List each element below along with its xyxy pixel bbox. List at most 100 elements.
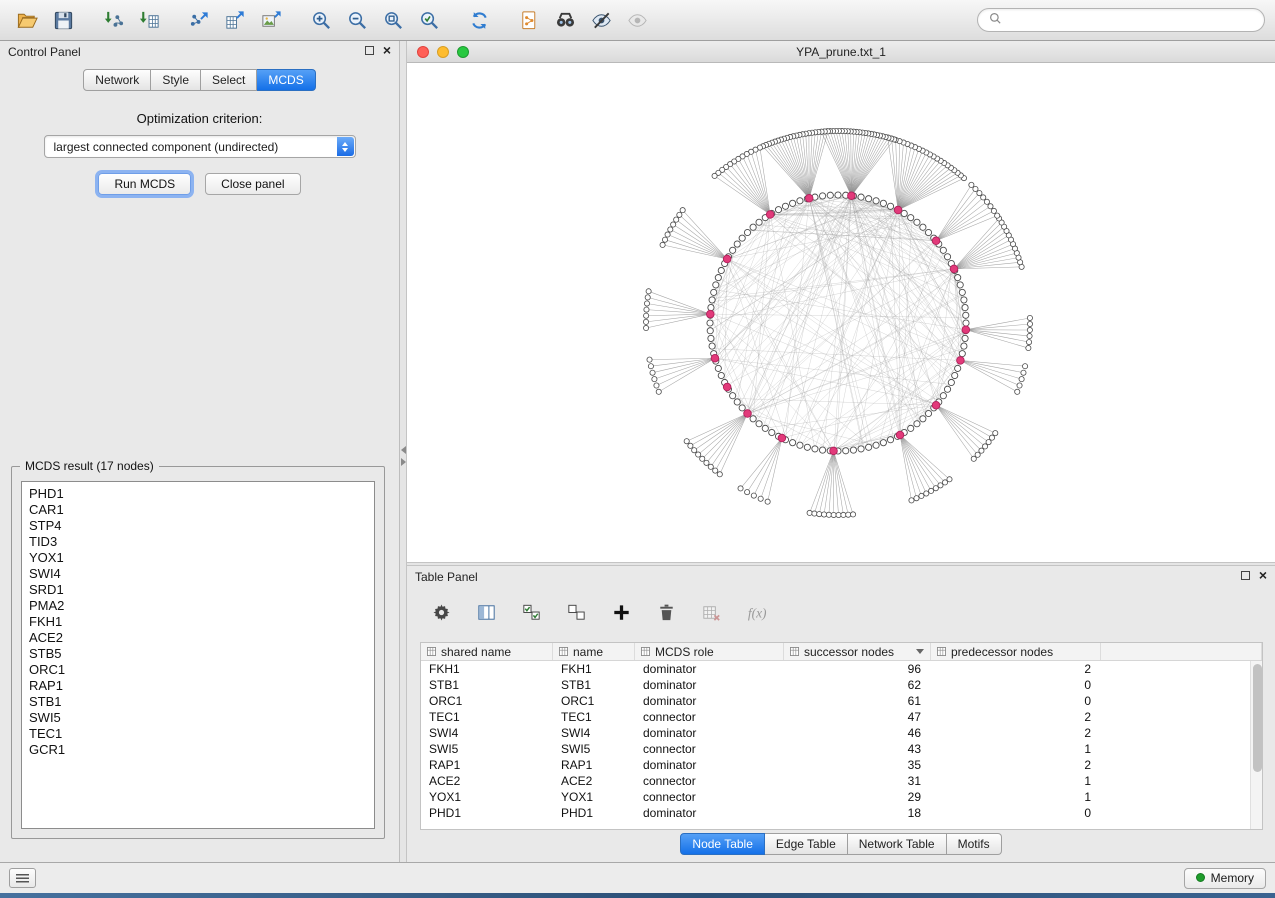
tab-motifs[interactable]: Motifs: [947, 833, 1002, 855]
table-row[interactable]: TEC1TEC1connector472: [421, 709, 1262, 725]
tab-network[interactable]: Network: [83, 69, 151, 91]
table-row[interactable]: SWI5SWI5connector431: [421, 741, 1262, 757]
zoom-fit-icon[interactable]: [376, 5, 410, 35]
scrollbar-thumb[interactable]: [1253, 664, 1262, 772]
search-box[interactable]: [977, 8, 1265, 32]
select-all-rows-icon[interactable]: [519, 600, 543, 624]
optimization-criterion-select[interactable]: largest connected component (undirected): [44, 135, 356, 158]
mcds-result-item[interactable]: ORC1: [29, 662, 374, 678]
maximize-window-icon[interactable]: [457, 46, 469, 58]
search-input[interactable]: [1009, 13, 1254, 27]
function-builder-icon[interactable]: f(x): [744, 600, 768, 624]
mcds-result-item[interactable]: SWI5: [29, 710, 374, 726]
close-window-icon[interactable]: [417, 46, 429, 58]
show-all-icon[interactable]: [620, 5, 654, 35]
add-column-icon[interactable]: [609, 600, 633, 624]
mcds-result-list[interactable]: PHD1CAR1STP4TID3YOX1SWI4SRD1PMA2FKH1ACE2…: [21, 481, 375, 829]
open-file-icon[interactable]: [10, 5, 44, 35]
mcds-result-item[interactable]: CAR1: [29, 502, 374, 518]
network-graph[interactable]: [407, 63, 1275, 562]
mcds-result-item[interactable]: STB5: [29, 646, 374, 662]
table-cell: STB1: [421, 677, 553, 693]
splitter-collapse-handle[interactable]: [400, 446, 407, 468]
first-neighbors-icon[interactable]: [548, 5, 582, 35]
show-panels-menu-button[interactable]: [9, 868, 36, 888]
table-cell: STB1: [553, 677, 635, 693]
table-cell: [1101, 789, 1262, 805]
network-canvas[interactable]: [407, 63, 1275, 562]
table-row[interactable]: PHD1PHD1dominator180: [421, 805, 1262, 821]
tab-select[interactable]: Select: [201, 69, 257, 91]
table-cell: 2: [931, 757, 1101, 773]
table-cell: RAP1: [553, 757, 635, 773]
import-network-icon[interactable]: [96, 5, 130, 35]
mcds-result-item[interactable]: TEC1: [29, 726, 374, 742]
table-cell: dominator: [635, 757, 784, 773]
close-panel-icon[interactable]: ×: [383, 45, 391, 55]
table-cell: YOX1: [421, 789, 553, 805]
close-panel-button[interactable]: Close panel: [205, 173, 300, 195]
deselect-all-rows-icon[interactable]: [564, 600, 588, 624]
tab-node-table[interactable]: Node Table: [680, 833, 765, 855]
sort-caret-icon[interactable]: [916, 649, 924, 654]
mcds-result-item[interactable]: SRD1: [29, 582, 374, 598]
mcds-result-item[interactable]: FKH1: [29, 614, 374, 630]
tab-network-table[interactable]: Network Table: [848, 833, 947, 855]
mcds-result-item[interactable]: SWI4: [29, 566, 374, 582]
hide-selected-icon[interactable]: [584, 5, 618, 35]
table-cell: SWI4: [553, 725, 635, 741]
table-row[interactable]: SWI4SWI4dominator462: [421, 725, 1262, 741]
table-cell: connector: [635, 789, 784, 805]
apply-layout-icon[interactable]: [462, 5, 496, 35]
column-header-successor-nodes[interactable]: successor nodes: [784, 643, 931, 660]
table-row[interactable]: FKH1FKH1dominator962: [421, 661, 1262, 677]
mcds-result-item[interactable]: STP4: [29, 518, 374, 534]
open-session-doc-icon[interactable]: [512, 5, 546, 35]
export-image-icon[interactable]: [254, 5, 288, 35]
mcds-result-item[interactable]: TID3: [29, 534, 374, 550]
memory-button[interactable]: Memory: [1184, 868, 1266, 889]
float-table-panel-icon[interactable]: [1241, 571, 1250, 580]
column-header-mcds-role[interactable]: MCDS role: [635, 643, 784, 660]
table-row[interactable]: ORC1ORC1dominator610: [421, 693, 1262, 709]
mcds-result-item[interactable]: PHD1: [29, 486, 374, 502]
column-header-name[interactable]: name: [553, 643, 635, 660]
export-network-icon[interactable]: [182, 5, 216, 35]
column-header-shared-name[interactable]: shared name: [421, 643, 553, 660]
mcds-result-item[interactable]: ACE2: [29, 630, 374, 646]
delete-column-icon[interactable]: [654, 600, 678, 624]
float-panel-icon[interactable]: [365, 46, 374, 55]
tab-mcds[interactable]: MCDS: [257, 69, 315, 91]
control-panel: Control Panel × NetworkStyleSelectMCDS O…: [0, 41, 400, 862]
table-row[interactable]: RAP1RAP1dominator352: [421, 757, 1262, 773]
mcds-result-item[interactable]: GCR1: [29, 742, 374, 758]
column-header-predecessor-nodes[interactable]: predecessor nodes: [931, 643, 1101, 660]
close-table-panel-icon[interactable]: ×: [1259, 570, 1267, 580]
run-mcds-button[interactable]: Run MCDS: [98, 173, 191, 195]
table-row[interactable]: STB1STB1dominator620: [421, 677, 1262, 693]
table-cell: FKH1: [553, 661, 635, 677]
mcds-result-item[interactable]: PMA2: [29, 598, 374, 614]
mcds-result-item[interactable]: RAP1: [29, 678, 374, 694]
tab-edge-table[interactable]: Edge Table: [765, 833, 848, 855]
network-window-titlebar[interactable]: YPA_prune.txt_1: [407, 41, 1275, 63]
zoom-out-icon[interactable]: [340, 5, 374, 35]
delete-table-icon[interactable]: [699, 600, 723, 624]
zoom-selected-icon[interactable]: [412, 5, 446, 35]
mcds-result-item[interactable]: YOX1: [29, 550, 374, 566]
show-columns-icon[interactable]: [474, 600, 498, 624]
tab-style[interactable]: Style: [151, 69, 201, 91]
table-row[interactable]: ACE2ACE2connector311: [421, 773, 1262, 789]
vertical-splitter[interactable]: [400, 41, 407, 862]
export-table-icon[interactable]: [218, 5, 252, 35]
table-cell: [1101, 741, 1262, 757]
minimize-window-icon[interactable]: [437, 46, 449, 58]
zoom-in-icon[interactable]: [304, 5, 338, 35]
table-row[interactable]: YOX1YOX1connector291: [421, 789, 1262, 805]
table-scrollbar[interactable]: [1250, 661, 1262, 829]
table-options-icon[interactable]: [429, 600, 453, 624]
mcds-result-item[interactable]: STB1: [29, 694, 374, 710]
table-cell: ORC1: [421, 693, 553, 709]
save-session-icon[interactable]: [46, 5, 80, 35]
import-table-icon[interactable]: [132, 5, 166, 35]
